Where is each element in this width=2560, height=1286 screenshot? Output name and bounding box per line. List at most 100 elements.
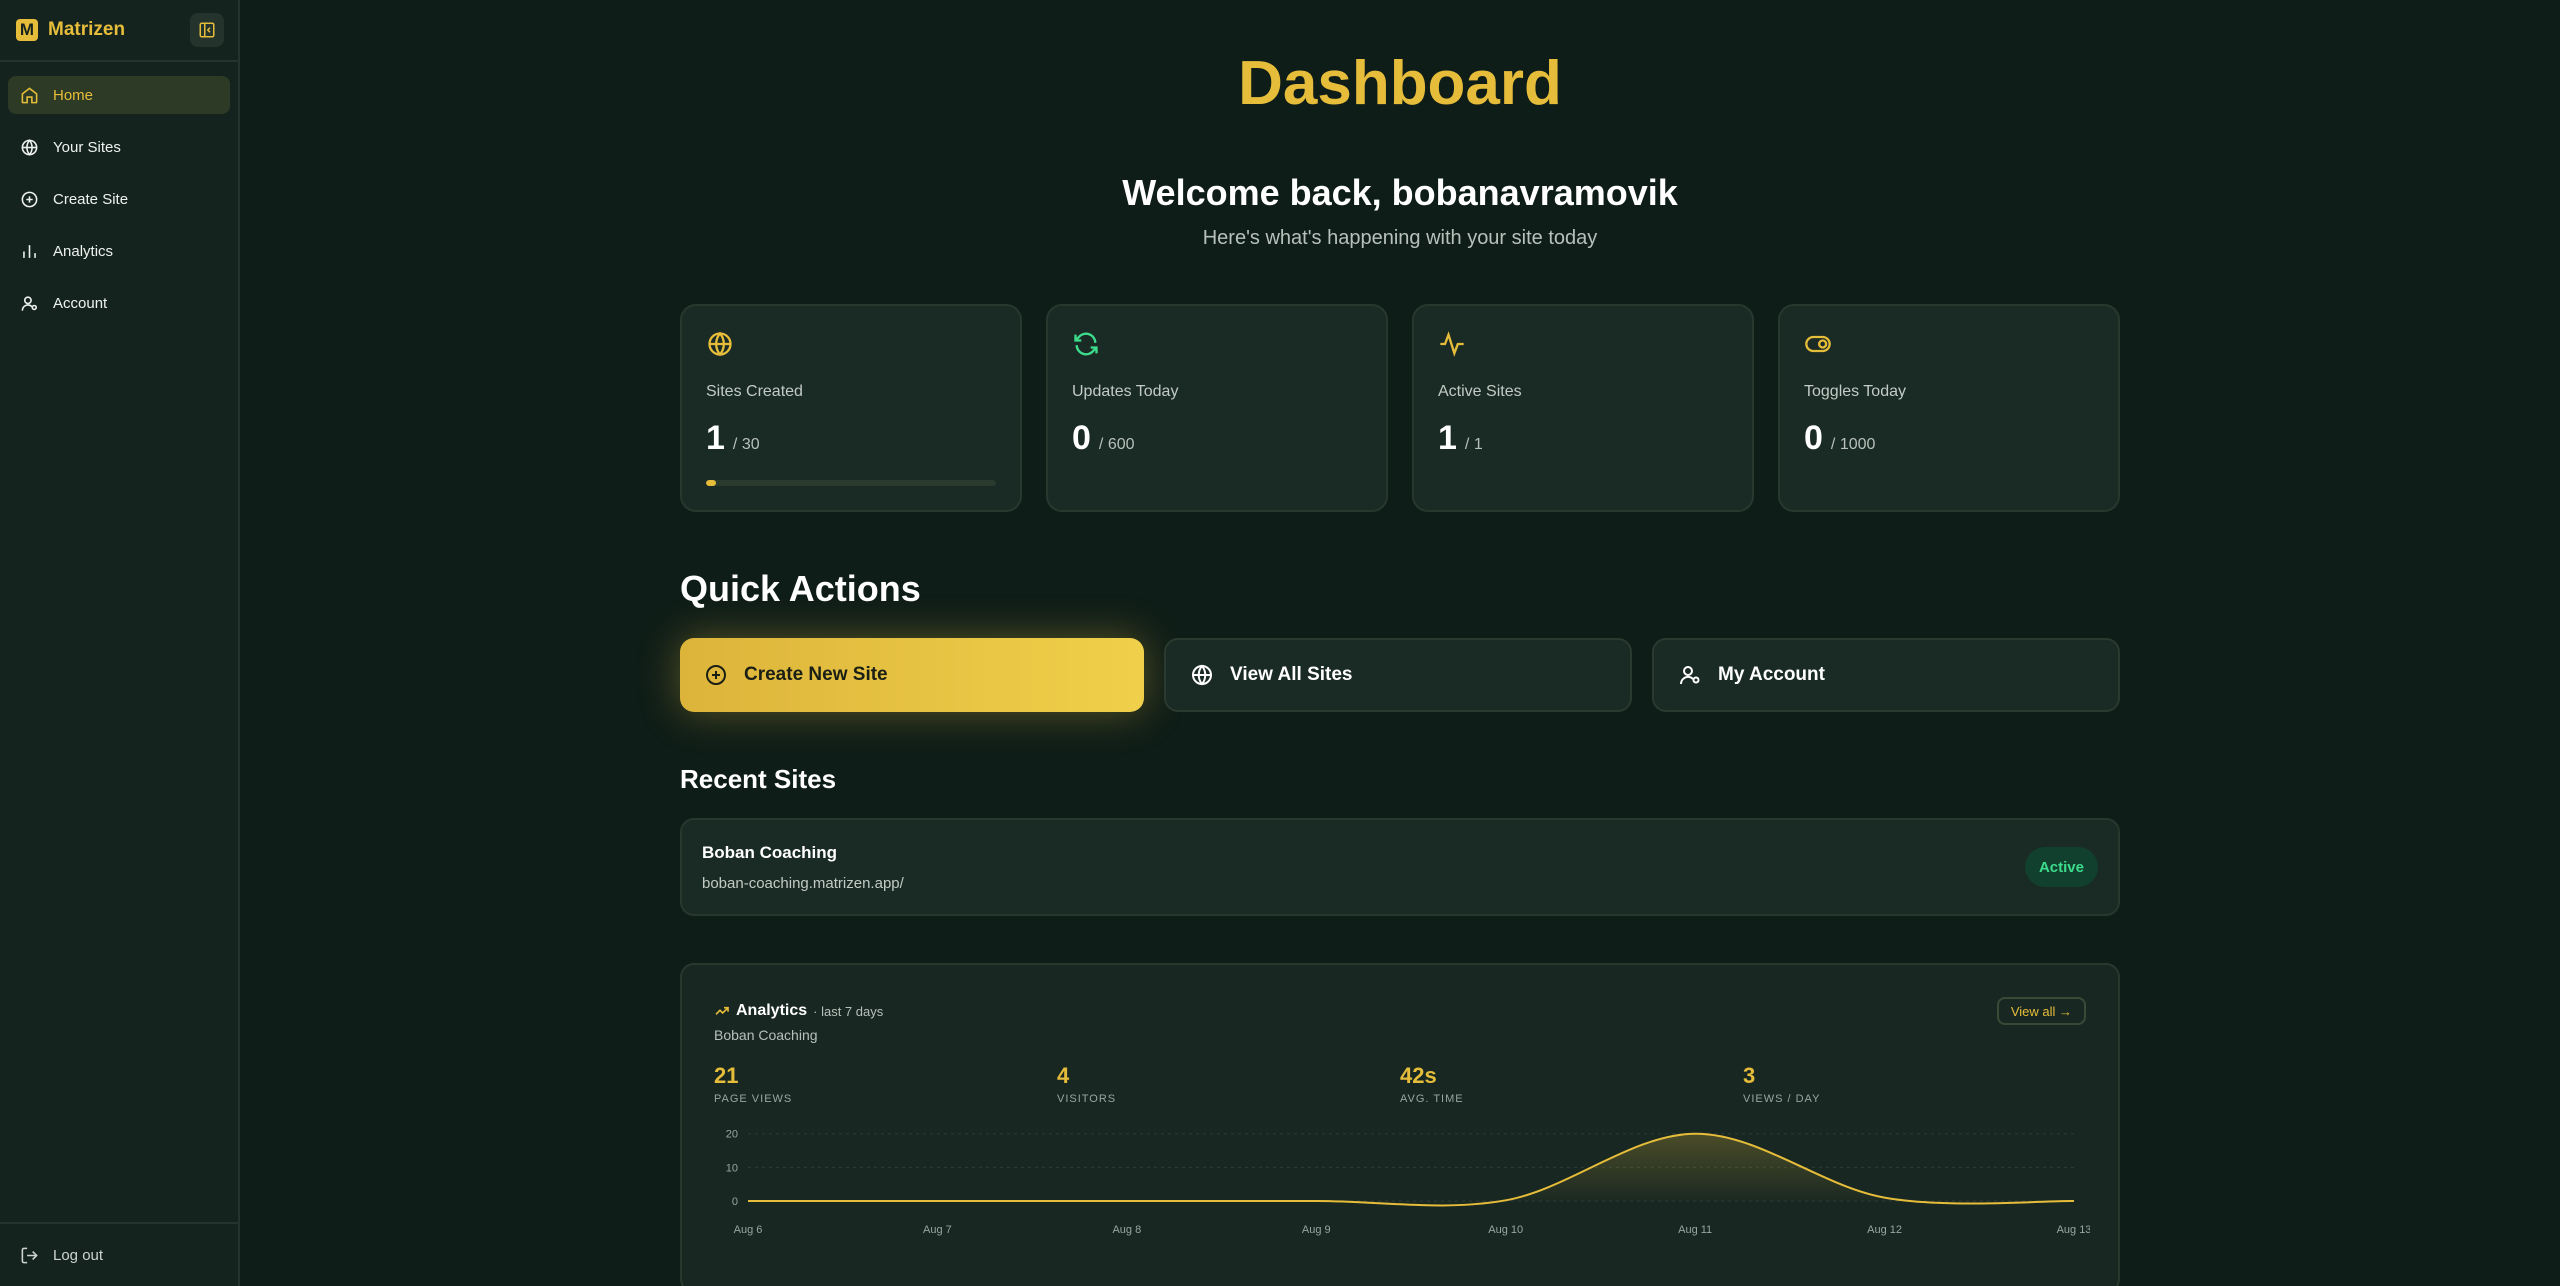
plus-circle-icon — [21, 191, 38, 207]
collapse-sidebar-button[interactable] — [190, 13, 224, 47]
metric-label: PAGE VIEWS — [714, 1093, 793, 1105]
sidebar-item-account[interactable]: Account — [8, 284, 230, 322]
x-tick-label: Aug 10 — [1488, 1224, 1523, 1236]
metric-avg-time: 42s AVG. TIME — [1400, 1063, 1743, 1105]
stat-value: 1 / 1 — [1438, 419, 1728, 458]
view-all-sites-label: View All Sites — [1230, 664, 1353, 685]
analytics-metrics: 21 PAGE VIEWS 4 VISITORS 42s AVG. TIME 3… — [714, 1063, 2086, 1105]
stat-number: 0 — [1072, 419, 1091, 457]
x-tick-label: Aug 11 — [1678, 1224, 1712, 1236]
sidebar-item-label: Home — [53, 86, 94, 104]
sidebar-toggle-icon — [199, 22, 215, 38]
stat-label: Sites Created — [706, 383, 803, 400]
x-tick-label: Aug 13 — [2057, 1224, 2090, 1236]
analytics-title: Analytics — [736, 1002, 808, 1019]
analytics-card: Analytics · last 7 days View all → Boban… — [680, 963, 2120, 1286]
y-tick-label: 0 — [732, 1196, 738, 1208]
stat-label: Updates Today — [1072, 383, 1179, 400]
site-info: Boban Coaching boban-coaching.matrizen.a… — [702, 843, 904, 892]
analytics-chart: 0 10 20 Aug 6 Aug 7 Aug 8 Aug 9 Aug 10 Aug 11 Aug… — [726, 1129, 2092, 1236]
stat-value: 0 / 1000 — [1804, 419, 2094, 458]
globe-icon — [1192, 664, 1212, 686]
globe-icon — [21, 138, 38, 156]
stat-card-updates-today: Updates Today 0 / 600 — [1046, 304, 1388, 512]
page-title: Dashboard — [1238, 49, 1562, 118]
metric-label: VIEWS / DAY — [1743, 1093, 1821, 1105]
sidebar-header: M Matrizen — [0, 0, 238, 62]
globe-icon — [708, 331, 732, 357]
y-tick-label: 10 — [726, 1162, 738, 1174]
stat-card-active-sites: Active Sites 1 / 1 — [1412, 304, 1754, 512]
toggle-icon — [1805, 335, 1831, 353]
sidebar-item-create-site[interactable]: Create Site — [8, 180, 230, 218]
stat-card-sites-created: Sites Created 1 / 30 — [680, 304, 1022, 512]
activity-icon — [1440, 331, 1464, 357]
x-tick-label: Aug 9 — [1302, 1224, 1331, 1236]
welcome-subtitle: Here's what's happening with your site t… — [1202, 227, 1598, 249]
sidebar-item-analytics[interactable]: Analytics — [8, 232, 230, 270]
stat-max: / 1000 — [1830, 436, 1876, 453]
metric-label: AVG. TIME — [1400, 1093, 1464, 1105]
analytics-range: · last 7 days — [813, 1003, 884, 1019]
stat-max: / 30 — [732, 436, 760, 453]
user-icon — [1679, 666, 1700, 685]
refresh-icon — [1074, 332, 1098, 356]
sidebar-item-label: Analytics — [53, 242, 114, 260]
main-content: Dashboard Welcome back, bobanavramovik H… — [240, 0, 2560, 1286]
logout-label: Log out — [53, 1246, 104, 1264]
recent-site-card[interactable]: Boban Coaching boban-coaching.matrizen.a… — [680, 818, 2120, 916]
stat-number: 1 — [706, 419, 725, 457]
metric-value: 4 — [1057, 1063, 1070, 1088]
my-account-label: My Account — [1718, 664, 1825, 685]
metric-views-per-day: 3 VIEWS / DAY — [1743, 1063, 2086, 1105]
site-url[interactable]: boban-coaching.matrizen.app/ — [702, 875, 904, 892]
metric-page-views: 21 PAGE VIEWS — [714, 1063, 1057, 1105]
welcome-heading: Welcome back, bobanavramovik — [1122, 172, 1678, 213]
site-name: Boban Coaching — [702, 842, 838, 862]
sidebar-item-label: Your Sites — [53, 138, 121, 156]
stat-label: Active Sites — [1438, 383, 1522, 400]
sidebar: M Matrizen Home Your Sites Create Site A… — [0, 0, 240, 1286]
user-icon — [21, 295, 38, 311]
recent-sites-title: Recent Sites — [680, 764, 837, 794]
x-tick-label: Aug 6 — [734, 1224, 763, 1236]
logout-icon — [21, 1247, 38, 1263]
trending-up-icon — [715, 1006, 729, 1015]
view-all-button[interactable]: View all → — [1996, 997, 2086, 1025]
sidebar-item-label: Create Site — [53, 190, 129, 208]
stat-number: 0 — [1804, 419, 1823, 457]
stat-label: Toggles Today — [1804, 383, 1906, 400]
quick-actions-title: Quick Actions — [680, 568, 921, 609]
stat-value: 0 / 600 — [1072, 419, 1362, 458]
metric-value: 42s — [1400, 1063, 1437, 1088]
logout-button[interactable]: Log out — [0, 1222, 238, 1286]
stat-card-toggles-today: Toggles Today 0 / 1000 — [1778, 304, 2120, 512]
sidebar-nav: Home Your Sites Create Site Analytics Ac… — [0, 62, 238, 350]
home-icon — [21, 86, 38, 103]
logo-icon: M — [16, 19, 38, 41]
stat-max: / 600 — [1098, 436, 1135, 453]
my-account-button[interactable]: My Account — [1652, 638, 2120, 712]
x-tick-label: Aug 8 — [1112, 1224, 1141, 1236]
create-new-site-label: Create New Site — [744, 664, 888, 685]
x-tick-label: Aug 12 — [1867, 1224, 1902, 1236]
analytics-header: Analytics · last 7 days View all → — [714, 997, 2086, 1025]
sites-progress-bar — [706, 480, 996, 486]
y-tick-label: 20 — [726, 1129, 738, 1141]
sidebar-item-your-sites[interactable]: Your Sites — [8, 128, 230, 166]
series-line — [747, 1132, 2075, 1207]
metric-value: 21 — [714, 1063, 739, 1088]
brand-name[interactable]: Matrizen — [48, 19, 125, 41]
stat-number: 1 — [1438, 419, 1457, 457]
sidebar-item-home[interactable]: Home — [8, 76, 230, 114]
progress-fill — [706, 480, 716, 486]
metric-label: VISITORS — [1057, 1093, 1117, 1105]
view-all-sites-button[interactable]: View All Sites — [1164, 638, 1632, 712]
status-badge: Active — [2024, 847, 2098, 887]
stat-value: 1 / 30 — [706, 419, 996, 458]
metric-visitors: 4 VISITORS — [1057, 1063, 1400, 1105]
create-new-site-button[interactable]: Create New Site — [680, 638, 1144, 712]
x-tick-label: Aug 7 — [923, 1224, 952, 1236]
plus-circle-icon — [706, 665, 726, 685]
sidebar-item-label: Account — [53, 294, 108, 312]
